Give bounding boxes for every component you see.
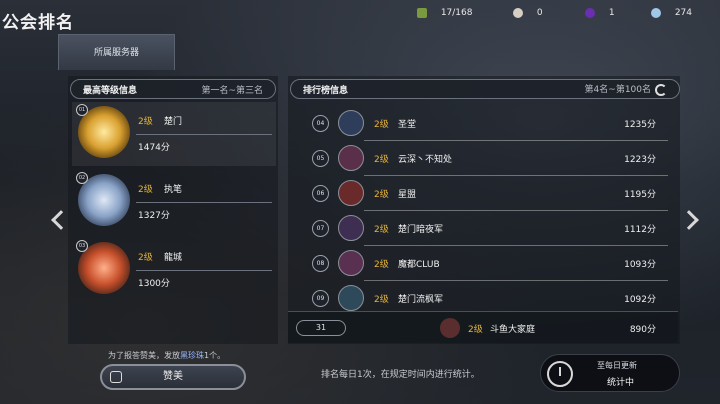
guild-level: 2级 (374, 225, 389, 235)
my-rank-number: 31 (296, 320, 346, 336)
guild-name: 魔都CLUB (398, 260, 440, 270)
guild-score: 1195分 (624, 190, 656, 200)
rank-number: 09 (312, 290, 329, 307)
divider (364, 245, 668, 246)
guild-level: 2级 (374, 120, 389, 130)
guild-emblem-icon (338, 215, 364, 241)
guild-score: 1223分 (624, 155, 656, 165)
rank-number: 02 (76, 172, 88, 184)
divider (136, 202, 272, 203)
tab-server[interactable]: 所属服务器 (58, 34, 175, 70)
guild-score: 1327分 (138, 211, 170, 221)
refresh-icon[interactable] (655, 83, 667, 96)
guild-level: 2级 (374, 260, 389, 270)
ranking-row[interactable]: 07 2级 楚门暗夜军 1112分 (306, 215, 670, 246)
guild-score: 1235分 (624, 120, 656, 130)
ranking-row[interactable]: 04 2级 圣堂 1235分 (306, 110, 670, 141)
update-label: 至每日更新 (597, 361, 637, 370)
guild-emblem-icon (338, 110, 364, 136)
rank-number: 05 (312, 150, 329, 167)
ranking-row[interactable]: 06 2级 星盟 1195分 (306, 180, 670, 211)
guild-name: 楚门暗夜军 (398, 225, 444, 235)
crystal-icon (650, 8, 661, 18)
guild-name: 星盟 (398, 190, 417, 200)
ranking-row[interactable]: 09 2级 楚门流枫军 1092分 (306, 285, 670, 311)
guild-level: 2级 (374, 295, 389, 305)
guild-score: 1092分 (624, 295, 656, 305)
divider (364, 210, 668, 211)
rank-number: 08 (312, 255, 329, 272)
rankings-range: 第4名~第100名 (585, 82, 667, 96)
top-guild-item[interactable]: 01 2级 楚门 1474分 (72, 102, 276, 166)
divider (136, 270, 272, 271)
ranking-row[interactable]: 05 2级 云深丶不知处 1223分 (306, 145, 670, 176)
divider (364, 140, 668, 141)
divider (364, 175, 668, 176)
resource-gem: 1 (584, 8, 635, 18)
rank-number: 07 (312, 220, 329, 237)
guild-emblem-icon (338, 250, 364, 276)
guild-name: 斗鱼大家庭 (490, 325, 536, 335)
guild-level: 2级 (374, 190, 389, 200)
gift-icon (110, 371, 122, 383)
guild-level: 2级 (374, 155, 389, 165)
pearl-icon (512, 8, 523, 18)
rank-number: 03 (76, 240, 88, 252)
top3-title: 最高等级信息 (83, 85, 138, 96)
gem-icon (584, 8, 595, 18)
guild-name: 龍城 (164, 253, 183, 263)
guild-emblem-icon (338, 285, 364, 311)
my-guild-row[interactable]: 31 2级 斗鱼大家庭 890分 (288, 311, 678, 343)
update-status: 至每日更新 统计中 (540, 354, 680, 392)
praise-note: 为了报答赞美，发放黑珍珠1个。 (108, 351, 226, 360)
guild-level: 2级 (468, 325, 483, 335)
rankings-title: 排行榜信息 (303, 85, 349, 96)
top-guild-item[interactable]: 03 2级 龍城 1300分 (72, 238, 276, 302)
rank-number: 04 (312, 115, 329, 132)
ranking-rule-note: 排名每日1次，在规定时间内进行统计。 (321, 370, 480, 380)
guild-emblem-icon (440, 318, 460, 338)
guild-name: 楚门流枫军 (398, 295, 444, 305)
top3-header: 最高等级信息 第一名~第三名 (70, 79, 276, 99)
resource-crystal: 274 (650, 8, 692, 18)
ranking-row[interactable]: 08 2级 魔都CLUB 1093分 (306, 250, 670, 281)
clock-icon (547, 361, 573, 387)
guild-score: 1093分 (624, 260, 656, 270)
update-status-text: 统计中 (607, 378, 635, 388)
guild-level: 2级 (138, 185, 153, 195)
page-title: 公会排名 (2, 13, 74, 33)
rankings-header: 排行榜信息 第4名~第100名 (290, 79, 680, 99)
guild-score: 890分 (629, 325, 656, 335)
resource-pearl: 0 (512, 8, 569, 18)
praise-button[interactable]: 赞美 (100, 364, 246, 390)
guild-score: 1112分 (624, 225, 656, 235)
guild-score: 1474分 (138, 143, 170, 153)
divider (364, 280, 668, 281)
resource-guild-members: 17/168 (416, 8, 497, 18)
top3-range: 第一名~第三名 (201, 85, 263, 96)
guild-level: 2级 (138, 253, 153, 263)
guild-score: 1300分 (138, 279, 170, 289)
guild-emblem-icon (338, 145, 364, 171)
guild-name: 圣堂 (398, 120, 417, 130)
members-icon (416, 8, 427, 18)
guild-emblem-icon (338, 180, 364, 206)
resource-bar: 17/168 0 1 274 (401, 8, 692, 18)
guild-name: 楚门 (164, 117, 183, 127)
guild-name: 云深丶不知处 (398, 155, 453, 165)
guild-name: 执笔 (164, 185, 183, 195)
rank-number: 06 (312, 185, 329, 202)
rank-number: 01 (76, 104, 88, 116)
guild-level: 2级 (138, 117, 153, 127)
divider (136, 134, 272, 135)
top-guild-item[interactable]: 02 2级 执笔 1327分 (72, 170, 276, 234)
